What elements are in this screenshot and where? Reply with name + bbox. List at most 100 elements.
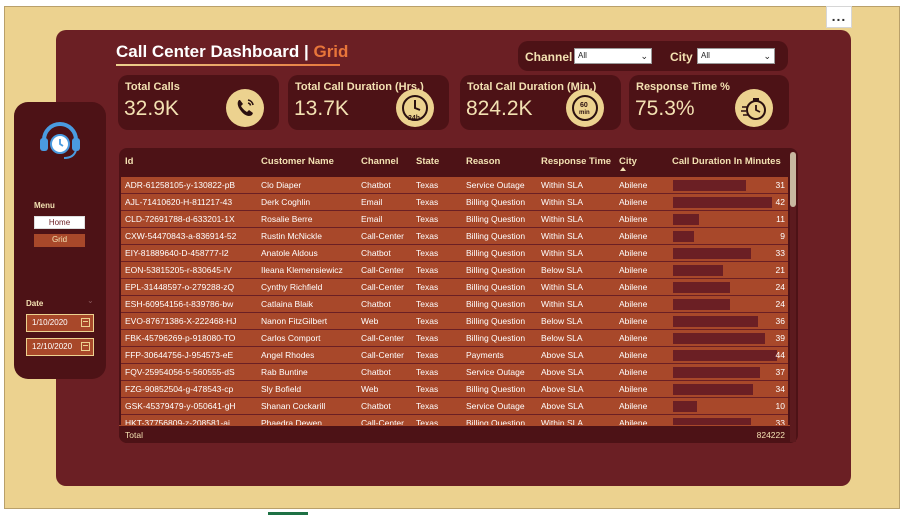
kpi-response-time: Response Time % 75.3% <box>629 75 789 130</box>
more-options-button[interactable]: ... <box>826 6 852 28</box>
cell-reason: Billing Question <box>466 197 526 207</box>
duration-bar <box>673 180 746 191</box>
table-row[interactable]: EVO-87671386-X-222468-HJ Nanon FitzGilber… <box>121 313 788 330</box>
column-header-response-time[interactable]: Response Time <box>541 156 611 167</box>
cell-city: Abilene <box>619 401 648 411</box>
table-row[interactable]: GSK-45379479-y-050641-gH Shanan Cockarill… <box>121 398 788 415</box>
cell-id: EPL-31448597-o-279288-zQ <box>125 282 235 292</box>
cell-state: Texas <box>416 350 439 360</box>
cell-state: Texas <box>416 333 439 343</box>
cell-state: Texas <box>416 282 439 292</box>
date-to-input[interactable]: 12/10/2020 <box>26 338 94 356</box>
table-row[interactable]: EON-53815205-r-830645-IV Ileana Klemensie… <box>121 262 788 279</box>
cell-id: ADR-61258105-y-130822-pB <box>125 180 236 190</box>
duration-bar <box>673 316 758 327</box>
channel-filter-select[interactable]: All ⌄ <box>574 48 652 64</box>
column-header-reason[interactable]: Reason <box>466 156 500 167</box>
cell-city: Abilene <box>619 231 648 241</box>
table-row[interactable]: FQV-25954056-5-560555-dS Rab Buntine Chatb… <box>121 364 788 381</box>
nav-grid-button[interactable]: Grid <box>34 234 85 247</box>
title-underline <box>116 64 340 66</box>
duration-bar <box>673 384 753 395</box>
duration-bar <box>673 367 760 378</box>
duration-bar <box>673 350 777 361</box>
cell-id: ESH-60954156-t-839786-bw <box>125 299 234 309</box>
title-main: Call Center Dashboard | <box>116 42 314 61</box>
nav-home-button[interactable]: Home <box>34 216 85 229</box>
cell-id: GSK-45379479-y-050641-gH <box>125 401 236 411</box>
column-header-city[interactable]: City <box>619 156 637 167</box>
cell-state: Texas <box>416 197 439 207</box>
cell-reason: Billing Question <box>466 282 526 292</box>
kpi-value: 32.9K <box>124 97 179 120</box>
cell-city: Abilene <box>619 265 648 275</box>
date-from-input[interactable]: 1/10/2020 <box>26 314 94 332</box>
column-header-channel[interactable]: Channel <box>361 156 398 167</box>
phone-icon <box>226 89 264 127</box>
cell-channel: Call-Center <box>361 350 404 360</box>
table-row[interactable]: FZG-90852504-g-478543-cp Sly Bofield Web Te… <box>121 381 788 398</box>
table-row[interactable]: EPL-31448597-o-279288-zQ Cynthy Richfield… <box>121 279 788 296</box>
cell-response-time: Above SLA <box>541 401 584 411</box>
kpi-value: 824.2K <box>466 97 533 120</box>
svg-text:24h: 24h <box>408 115 420 122</box>
cell-state: Texas <box>416 384 439 394</box>
table-row[interactable]: FBK-45796269-p-918080-TO Carlos Comport Ca… <box>121 330 788 347</box>
cell-reason: Service Outage <box>466 367 525 377</box>
cell-channel: Call-Center <box>361 231 404 241</box>
channel-filter-label: Channel <box>525 50 573 64</box>
cell-call-duration: 11 <box>776 214 785 224</box>
cell-city: Abilene <box>619 214 648 224</box>
cell-id: EVO-87671386-X-222468-HJ <box>125 316 237 326</box>
table-row[interactable]: EIY-81889640-D-458777-I2 Anatole Aldous Ch… <box>121 245 788 262</box>
column-header-call-duration[interactable]: Call Duration In Minutes <box>672 156 781 167</box>
column-header-id[interactable]: Id <box>125 156 133 167</box>
cell-city: Abilene <box>619 333 648 343</box>
cell-call-duration: 24 <box>775 299 785 309</box>
city-filter-label: City <box>670 50 693 64</box>
cell-city: Abilene <box>619 197 648 207</box>
cell-customer-name: Catlaina Blaik <box>261 299 313 309</box>
cell-channel: Chatbot <box>361 180 391 190</box>
table-row[interactable]: FFP-30644756-J-954573-eE Angel Rhodes Call… <box>121 347 788 364</box>
cell-channel: Call-Center <box>361 333 404 343</box>
city-filter-select[interactable]: All ⌄ <box>697 48 775 64</box>
cell-customer-name: Ileana Klemensiewicz <box>261 265 343 275</box>
table-scrollbar[interactable] <box>790 152 796 442</box>
cell-id: EIY-81889640-D-458777-I2 <box>125 248 229 258</box>
cell-reason: Billing Question <box>466 265 526 275</box>
cell-city: Abilene <box>619 316 648 326</box>
cell-city: Abilene <box>619 350 648 360</box>
column-header-customer-name[interactable]: Customer Name <box>261 156 334 167</box>
chevron-down-icon[interactable]: ⌄ <box>87 296 94 305</box>
cell-id: FFP-30644756-J-954573-eE <box>125 350 234 360</box>
table-row[interactable]: CXW-54470843-a-836914-52 Rustin McNickle C… <box>121 228 788 245</box>
cell-state: Texas <box>416 316 439 326</box>
scrollbar-thumb[interactable] <box>790 152 796 207</box>
calendar-icon[interactable] <box>81 342 90 351</box>
duration-bar <box>673 231 694 242</box>
table-body: ADR-61258105-y-130822-pB Clo Diaper Chatbo… <box>121 177 788 432</box>
kpi-value: 13.7K <box>294 97 349 120</box>
cell-channel: Web <box>361 384 379 394</box>
table-row[interactable]: ADR-61258105-y-130822-pB Clo Diaper Chatbo… <box>121 177 788 194</box>
table-row[interactable]: AJL-71410620-H-811217-43 Derk Coghlin Emai… <box>121 194 788 211</box>
table-row[interactable]: ESH-60954156-t-839786-bw Catlaina Blaik Ch… <box>121 296 788 313</box>
channel-filter-value: All <box>578 51 587 60</box>
cell-response-time: Within SLA <box>541 214 584 224</box>
cell-response-time: Above SLA <box>541 384 584 394</box>
cell-customer-name: Rosalie Berre <box>261 214 313 224</box>
cell-channel: Web <box>361 316 379 326</box>
cell-response-time: Below SLA <box>541 333 583 343</box>
cell-id: FQV-25954056-5-560555-dS <box>125 367 235 377</box>
kpi-label: Response Time % <box>636 81 730 93</box>
date-to-value: 12/10/2020 <box>32 342 73 351</box>
cell-channel: Call-Center <box>361 282 404 292</box>
table-row[interactable]: CLD-72691788-d-633201-1X Rosalie Berre Ema… <box>121 211 788 228</box>
cell-customer-name: Angel Rhodes <box>261 350 315 360</box>
calendar-icon[interactable] <box>81 318 90 327</box>
column-header-state[interactable]: State <box>416 156 439 167</box>
60-min-icon: 60 min <box>566 89 604 127</box>
sidebar: Menu Home Grid Date ⌄ 1/10/2020 12/10/20… <box>14 102 106 379</box>
stopwatch-icon <box>735 89 773 127</box>
